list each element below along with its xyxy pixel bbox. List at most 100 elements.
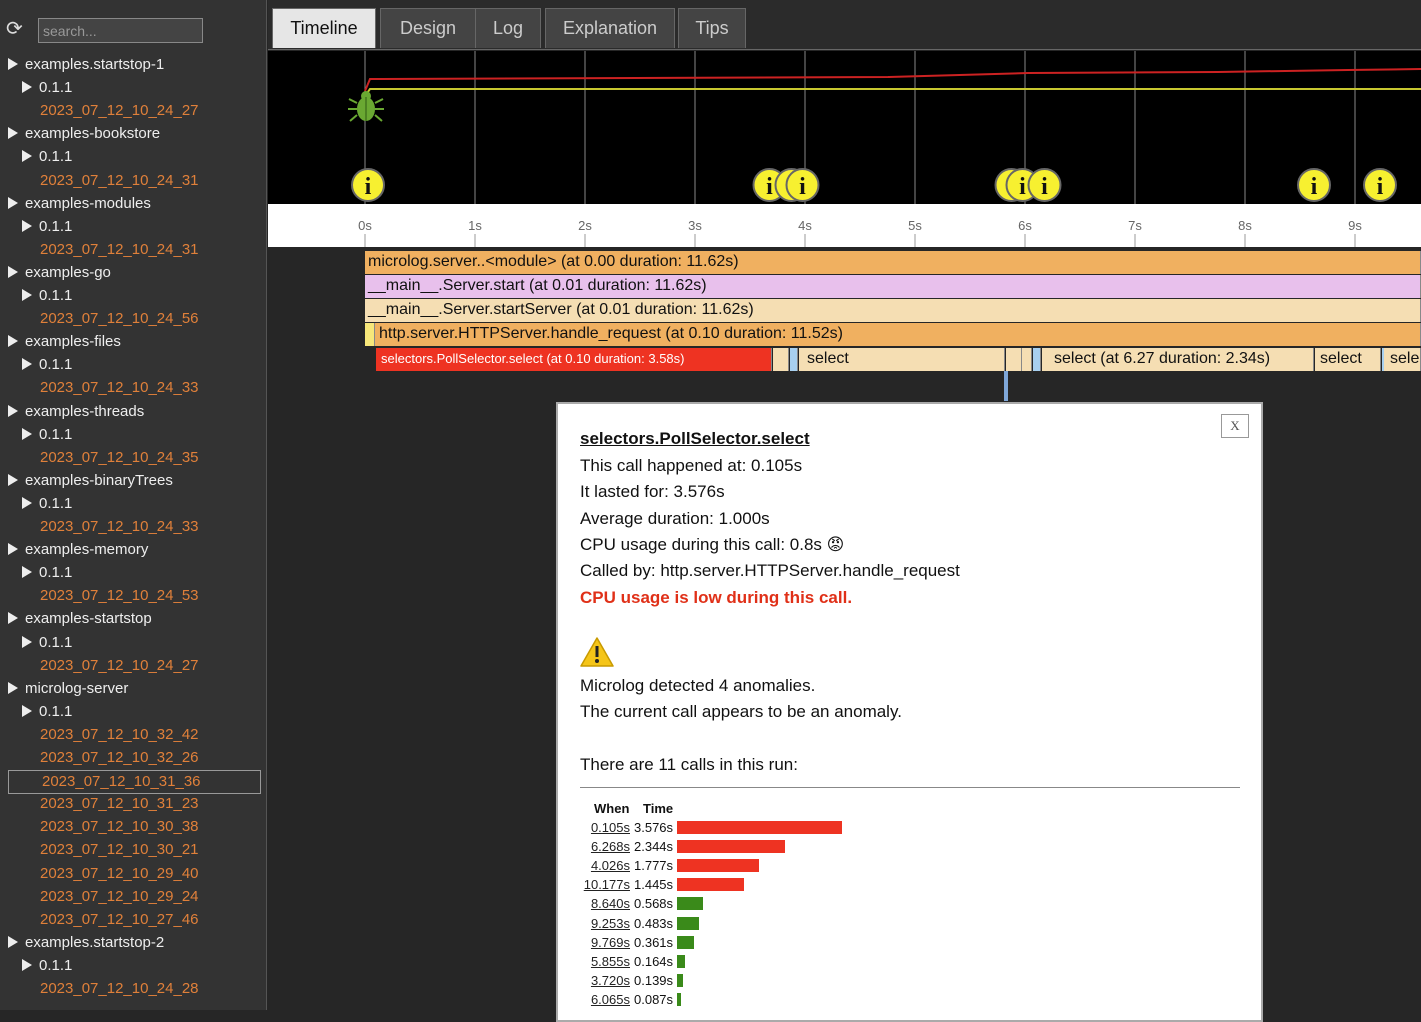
call-when-link[interactable]: 3.720s (570, 971, 630, 990)
tree-run-item[interactable]: 2023_07_12_10_24_53 (40, 585, 199, 607)
expand-triangle-icon[interactable] (22, 427, 32, 440)
tree-run-item[interactable]: 2023_07_12_10_24_28 (40, 978, 199, 1000)
expand-triangle-icon[interactable] (8, 196, 18, 209)
expand-triangle-icon[interactable] (8, 265, 18, 278)
expand-triangle-icon[interactable] (22, 635, 32, 648)
tree-app-item[interactable]: examples.startstop-1 (8, 54, 164, 76)
tab-timeline[interactable]: Timeline (272, 8, 376, 48)
flame-module[interactable]: microlog.server..<module> (at 0.00 durat… (365, 251, 1421, 274)
tree-app-item[interactable]: examples-modules (8, 193, 151, 215)
flame-tiny-block[interactable] (1006, 348, 1022, 371)
flame-select[interactable]: selec (1382, 348, 1421, 371)
tree-run-item[interactable]: 2023_07_12_10_24_33 (40, 377, 199, 399)
tree-app-item[interactable]: examples.startstop-2 (8, 932, 164, 954)
tree-run-item[interactable]: 2023_07_12_10_30_38 (40, 816, 199, 838)
tab-log[interactable]: Log (475, 8, 541, 48)
tree-run-item[interactable]: 2023_07_12_10_24_31 (40, 170, 199, 192)
expand-triangle-icon[interactable] (8, 404, 18, 417)
tree-app-item[interactable]: examples-files (8, 331, 121, 353)
tree-version-item[interactable]: 0.1.1 (22, 77, 72, 99)
tree-version-item[interactable]: 0.1.1 (22, 146, 72, 168)
tree-app-item[interactable]: examples-bookstore (8, 123, 160, 145)
flame-start-server[interactable]: __main__.Server.startServer (at 0.01 dur… (365, 299, 1421, 322)
tree-run-item[interactable]: 2023_07_12_10_24_56 (40, 308, 199, 330)
expand-triangle-icon[interactable] (8, 127, 18, 140)
call-when-link[interactable]: 10.177s (570, 875, 630, 894)
tree-app-item[interactable]: examples-binaryTrees (8, 470, 173, 492)
search-input[interactable] (38, 18, 203, 43)
tree-app-item[interactable]: examples-memory (8, 539, 148, 561)
tree-run-item[interactable]: 2023_07_12_10_24_31 (40, 239, 199, 261)
tree-run-item[interactable]: 2023_07_12_10_31_23 (40, 793, 199, 815)
flame-small-block[interactable] (365, 323, 375, 346)
tree-run-item-selected[interactable]: 2023_07_12_10_31_36 (8, 770, 261, 795)
expand-triangle-icon[interactable] (8, 612, 18, 625)
tree-app-item[interactable]: examples-go (8, 262, 111, 284)
expand-triangle-icon[interactable] (22, 496, 32, 509)
popup-title[interactable]: selectors.PollSelector.select (580, 429, 810, 449)
call-when-link[interactable]: 4.026s (570, 856, 630, 875)
expand-triangle-icon[interactable] (22, 289, 32, 301)
flame-tiny-block[interactable] (1022, 348, 1032, 371)
flame-tiny-block[interactable] (1033, 348, 1041, 371)
tree-app-item[interactable]: examples-threads (8, 401, 144, 423)
flame-tiny-block[interactable] (790, 348, 798, 371)
tree-version-item[interactable]: 0.1.1 (22, 632, 72, 654)
tree-version-item[interactable]: 0.1.1 (22, 701, 72, 723)
tab-design[interactable]: Design (380, 8, 476, 48)
tree-run-item[interactable]: 2023_07_12_10_24_33 (40, 516, 199, 538)
call-when-link[interactable]: 8.640s (570, 894, 630, 913)
tree-app-item[interactable]: microlog-server (8, 678, 128, 700)
tree-version-item[interactable]: 0.1.1 (22, 562, 72, 584)
flame-server-start[interactable]: __main__.Server.start (at 0.01 duration:… (365, 275, 1421, 298)
tree-run-item[interactable]: 2023_07_12_10_24_27 (40, 100, 199, 122)
flame-poll-select-selected[interactable]: selectors.PollSelector.select (at 0.10 d… (376, 348, 772, 371)
expand-triangle-icon[interactable] (22, 150, 32, 163)
expand-triangle-icon[interactable] (8, 935, 18, 948)
tree-version-item[interactable]: 0.1.1 (22, 285, 72, 307)
expand-triangle-icon[interactable] (22, 219, 32, 232)
call-when-link[interactable]: 5.855s (570, 952, 630, 971)
flame-tiny-block[interactable] (773, 348, 789, 371)
run-label: 2023_07_12_10_32_42 (40, 725, 199, 743)
expand-triangle-icon[interactable] (22, 704, 32, 717)
tree-version-item[interactable]: 0.1.1 (22, 955, 72, 977)
expand-triangle-icon[interactable] (22, 958, 32, 971)
tree-run-item[interactable]: 2023_07_12_10_24_27 (40, 655, 199, 677)
tree-run-item[interactable]: 2023_07_12_10_29_40 (40, 863, 199, 885)
expand-triangle-icon[interactable] (8, 335, 18, 348)
close-button[interactable]: X (1221, 414, 1249, 438)
tree-run-item[interactable]: 2023_07_12_10_32_26 (40, 747, 199, 769)
tree-version-item[interactable]: 0.1.1 (22, 216, 72, 238)
tree-run-item[interactable]: 2023_07_12_10_27_46 (40, 909, 199, 931)
tree-version-item[interactable]: 0.1.1 (22, 424, 72, 446)
expand-triangle-icon[interactable] (22, 81, 32, 94)
flame-select[interactable]: select (1315, 348, 1381, 371)
tab-tips[interactable]: Tips (678, 8, 746, 48)
tree-run-item[interactable]: 2023_07_12_10_29_24 (40, 886, 199, 908)
flame-select[interactable]: select (799, 348, 1005, 371)
timeline-chart[interactable]: iiiiiiiii (268, 51, 1421, 204)
tab-explanation[interactable]: Explanation (545, 8, 675, 48)
run-label: 2023_07_12_10_24_28 (40, 980, 199, 997)
call-when-link[interactable]: 9.769s (570, 933, 630, 952)
call-when-link[interactable]: 6.268s (570, 837, 630, 856)
call-when-link[interactable]: 9.253s (570, 914, 630, 933)
call-when-link[interactable]: 6.065s (570, 990, 630, 1009)
tree-app-item[interactable]: examples-startstop (8, 608, 152, 630)
flame-select-6-27[interactable]: select (at 6.27 duration: 2.34s) (1042, 348, 1314, 371)
tree-version-item[interactable]: 0.1.1 (22, 354, 72, 376)
tree-version-item[interactable]: 0.1.1 (22, 493, 72, 515)
refresh-icon[interactable]: ⟳ (6, 18, 23, 40)
expand-triangle-icon[interactable] (8, 543, 18, 556)
tree-run-item[interactable]: 2023_07_12_10_30_21 (40, 839, 199, 861)
tree-run-item[interactable]: 2023_07_12_10_32_42 (40, 724, 199, 746)
expand-triangle-icon[interactable] (8, 473, 18, 486)
expand-triangle-icon[interactable] (22, 358, 32, 371)
expand-triangle-icon[interactable] (8, 681, 18, 694)
expand-triangle-icon[interactable] (8, 58, 18, 70)
tree-run-item[interactable]: 2023_07_12_10_24_35 (40, 447, 199, 469)
expand-triangle-icon[interactable] (22, 566, 32, 579)
flame-handle-request[interactable]: http.server.HTTPServer.handle_request (a… (365, 323, 1421, 346)
call-when-link[interactable]: 0.105s (570, 818, 630, 837)
